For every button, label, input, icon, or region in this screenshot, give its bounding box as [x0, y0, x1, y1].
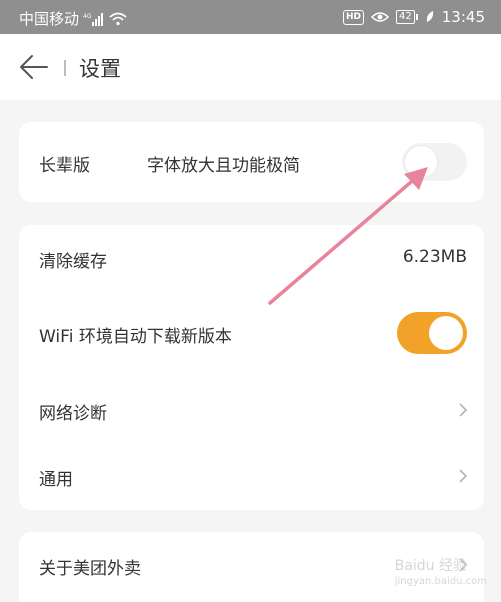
watermark-text: Baidu 经验: [394, 558, 468, 574]
wifi-auto-update-label: WiFi 环境自动下载新版本: [39, 327, 232, 347]
wifi-auto-update-row: WiFi 环境自动下载新版本: [19, 291, 484, 371]
about-label: 关于美团外卖: [39, 559, 141, 579]
battery-level: 42: [396, 10, 415, 24]
battery-icon: 42: [396, 10, 418, 24]
status-bar: 中国移动 4G HD 42 13:45: [0, 0, 501, 34]
carrier-name: 中国移动: [19, 10, 80, 28]
eye-comfort-icon: [371, 12, 390, 22]
toggle-knob: [405, 146, 437, 178]
elder-mode-label: 长辈版: [39, 156, 90, 176]
chevron-right-icon: [459, 469, 468, 483]
page-header: 设置: [0, 34, 501, 100]
elder-mode-card: 长辈版 字体放大且功能极简: [19, 122, 484, 202]
baidu-watermark: Baidu 经验 jingyan.baidu.com: [395, 555, 487, 587]
watermark-url: jingyan.baidu.com: [394, 576, 487, 587]
clear-cache-row[interactable]: 清除缓存 6.23MB: [19, 225, 484, 291]
general-row[interactable]: 通用: [19, 441, 484, 510]
charging-leaf-icon: [426, 11, 433, 22]
back-arrow-icon[interactable]: [19, 53, 49, 81]
page-title: 设置: [79, 57, 121, 81]
elder-mode-toggle[interactable]: [402, 143, 467, 181]
clear-cache-label: 清除缓存: [39, 252, 107, 272]
cache-size-value: 6.23MB: [402, 247, 467, 267]
toggle-knob: [429, 316, 463, 350]
network-diagnosis-row[interactable]: 网络诊断: [19, 371, 484, 441]
network-diagnosis-label: 网络诊断: [39, 404, 107, 424]
clock-time: 13:45: [441, 8, 485, 26]
wifi-icon: [109, 12, 127, 25]
header-divider: [64, 60, 66, 76]
cellular-signal-icon: 4G: [83, 12, 104, 26]
hd-voice-icon: HD: [343, 9, 365, 25]
elder-mode-description: 字体放大且功能极简: [147, 156, 300, 176]
svg-text:4G: 4G: [83, 13, 92, 20]
wifi-auto-update-toggle[interactable]: [397, 312, 467, 354]
elder-mode-row[interactable]: 长辈版 字体放大且功能极简: [19, 122, 484, 202]
settings-card: 清除缓存 6.23MB WiFi 环境自动下载新版本 网络诊断 通用: [19, 225, 484, 510]
chevron-right-icon: [459, 403, 468, 417]
general-label: 通用: [39, 470, 73, 490]
